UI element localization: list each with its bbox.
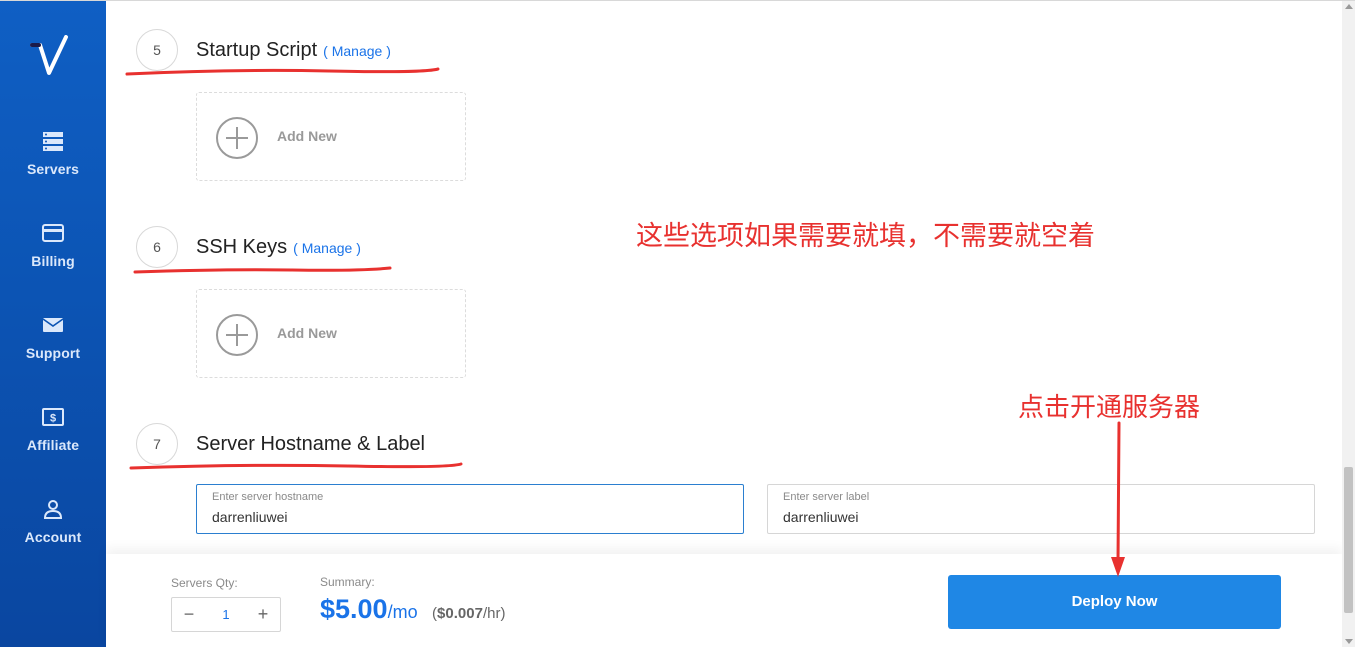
sidebar-item-label: Affiliate [26,437,80,453]
scroll-up-icon[interactable] [1345,4,1353,9]
section-title-startup-script: Startup Script ( Manage ) [196,39,391,62]
label-field-label: Enter server label [783,491,870,503]
section-title-text: Startup Script [196,39,318,61]
dollar-icon: $ [42,408,64,426]
user-icon [43,500,63,519]
step-number-6: 6 [136,226,178,268]
deploy-footer: Servers Qty: − 1 + Summary: $5.00/mo ($0… [106,554,1342,647]
main-content: 5 Startup Script( Manage ) Add New 6 SSH… [106,1,1342,554]
hostname-field[interactable]: Enter server hostname [196,484,744,534]
quantity-value[interactable]: 1 [206,598,246,631]
annotation-optional-note: 这些选项如果需要就填，不需要就空着 [636,221,1095,252]
per-hour-unit: /hr) [482,605,506,622]
sidebar-item-account[interactable]: Account [0,499,106,547]
summary-label: Summary: [320,575,375,589]
annotation-arrow [1111,421,1125,577]
sidebar-item-label: Support [25,345,81,361]
svg-text:$: $ [50,413,56,425]
increment-button[interactable]: + [246,598,280,631]
manage-ssh-keys-link[interactable]: ( Manage ) [293,240,361,256]
sidebar-item-label: Billing [31,253,75,269]
sidebar-item-billing[interactable]: Billing [0,223,106,271]
annotation-deploy-note: 点击开通服务器 [1018,393,1201,423]
sidebar-item-support[interactable]: Support [0,315,106,363]
add-ssh-key-card[interactable]: Add New [196,289,466,378]
sidebar-item-label: Account [24,529,82,545]
per-month-unit: /mo [387,602,418,622]
plus-circle-icon [216,117,258,159]
envelope-icon [42,318,64,332]
section-title-text: Server Hostname & Label [196,433,426,455]
section-title-hostname-label: Server Hostname & Label [196,433,425,456]
servers-qty-label: Servers Qty: [171,576,238,590]
servers-icon [43,132,63,151]
page: Servers Billing Support $ Affiliate Acco… [0,0,1355,647]
quantity-stepper[interactable]: − 1 + [171,597,281,632]
hourly-price-group: ($0.007/hr) [432,605,505,622]
hostname-field-label: Enter server hostname [212,491,324,503]
sidebar-item-label: Servers [26,161,80,177]
monthly-price: $5.00 [320,594,388,624]
label-input[interactable] [783,509,1275,525]
credit-card-icon [42,224,64,242]
scroll-down-icon[interactable] [1345,639,1353,644]
add-new-label: Add New [277,128,337,144]
label-field[interactable]: Enter server label [767,484,1315,534]
add-new-label: Add New [277,325,337,341]
add-startup-script-card[interactable]: Add New [196,92,466,181]
plus-circle-icon [216,314,258,356]
vultr-logo-icon[interactable] [28,35,76,83]
price-summary: $5.00/mo ($0.007/hr) [320,594,505,625]
scrollbar-thumb[interactable] [1344,467,1353,613]
hostname-input[interactable] [212,509,704,525]
annotation-underline [129,462,463,470]
section-title-text: SSH Keys [196,236,288,258]
hourly-price: $0.007 [437,605,483,622]
manage-startup-scripts-link[interactable]: ( Manage ) [323,43,391,59]
sidebar: Servers Billing Support $ Affiliate Acco… [0,1,106,647]
sidebar-item-affiliate[interactable]: $ Affiliate [0,407,106,455]
decrement-button[interactable]: − [172,598,206,631]
annotation-underline [125,67,440,76]
deploy-now-button[interactable]: Deploy Now [948,575,1281,629]
section-title-ssh-keys: SSH Keys ( Manage ) [196,236,361,259]
annotation-underline [133,266,392,274]
sidebar-item-servers[interactable]: Servers [0,131,106,179]
vertical-scrollbar[interactable] [1342,1,1355,647]
